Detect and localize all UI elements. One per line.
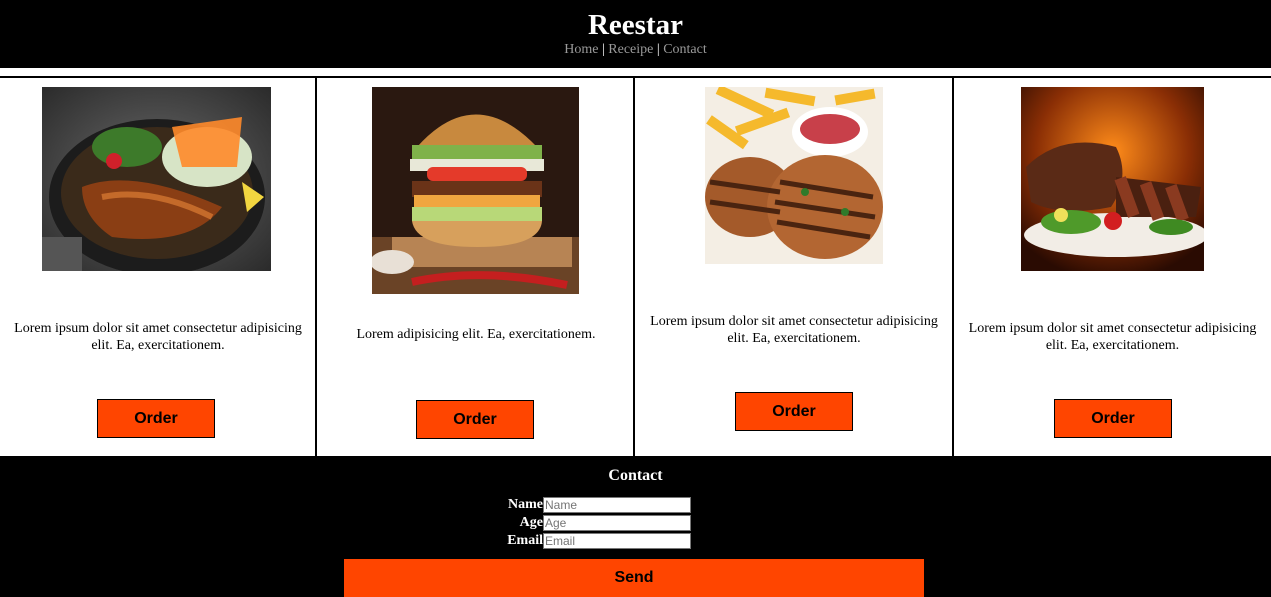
food-card: Lorem ipsum dolor sit amet consectetur a…: [0, 78, 316, 456]
food-description: Lorem ipsum dolor sit amet consectetur a…: [14, 321, 302, 353]
nav-home-link[interactable]: Home: [564, 42, 598, 57]
age-input[interactable]: Age: [543, 515, 691, 531]
food-image-teriyaki-bowl: [42, 87, 271, 271]
food-description: Lorem adipisicing elit. Ea, exercitation…: [356, 327, 596, 342]
card-divider: [633, 78, 635, 456]
food-card: Lorem ipsum dolor sit amet consectetur a…: [636, 78, 952, 456]
name-input[interactable]: Name: [543, 497, 691, 513]
food-card: Lorem ipsum dolor sit amet consectetur a…: [954, 78, 1271, 456]
food-description: Lorem ipsum dolor sit amet consectetur a…: [650, 314, 938, 346]
order-button[interactable]: Order: [97, 399, 215, 438]
food-description: Lorem ipsum dolor sit amet consectetur a…: [968, 321, 1257, 353]
brand-title: Reestar: [587, 9, 683, 41]
order-button[interactable]: Order: [735, 392, 853, 431]
card-divider: [952, 78, 954, 456]
food-image-steak: [1021, 87, 1204, 271]
email-label: Email: [507, 533, 543, 548]
site-header: Reestar Home | Receipe | Contact: [0, 0, 1271, 68]
email-input[interactable]: Email: [543, 533, 691, 549]
name-label: Name: [508, 497, 543, 512]
contact-section: Contact Name Name Age Age Email Email Se…: [0, 456, 1271, 597]
age-label: Age: [519, 515, 543, 530]
main-nav: Home | Receipe | Contact: [0, 42, 1271, 58]
email-row: Email Email: [0, 533, 1271, 549]
nav-contact-link[interactable]: Contact: [663, 42, 707, 57]
food-cards: Lorem ipsum dolor sit amet consectetur a…: [0, 78, 1271, 456]
age-row: Age Age: [0, 515, 1271, 531]
nav-separator: |: [601, 42, 605, 57]
send-button[interactable]: Send: [344, 559, 924, 597]
food-image-grilled-patties: [705, 87, 883, 264]
order-button[interactable]: Order: [1054, 399, 1172, 438]
food-image-burger: [372, 87, 579, 294]
nav-receipe-link[interactable]: Receipe: [608, 42, 653, 57]
nav-separator: |: [656, 42, 660, 57]
contact-title: Contact: [608, 467, 663, 484]
card-divider: [315, 78, 317, 456]
name-row: Name Name: [0, 497, 1271, 513]
food-card: Lorem adipisicing elit. Ea, exercitation…: [318, 78, 634, 456]
order-button[interactable]: Order: [416, 400, 534, 439]
